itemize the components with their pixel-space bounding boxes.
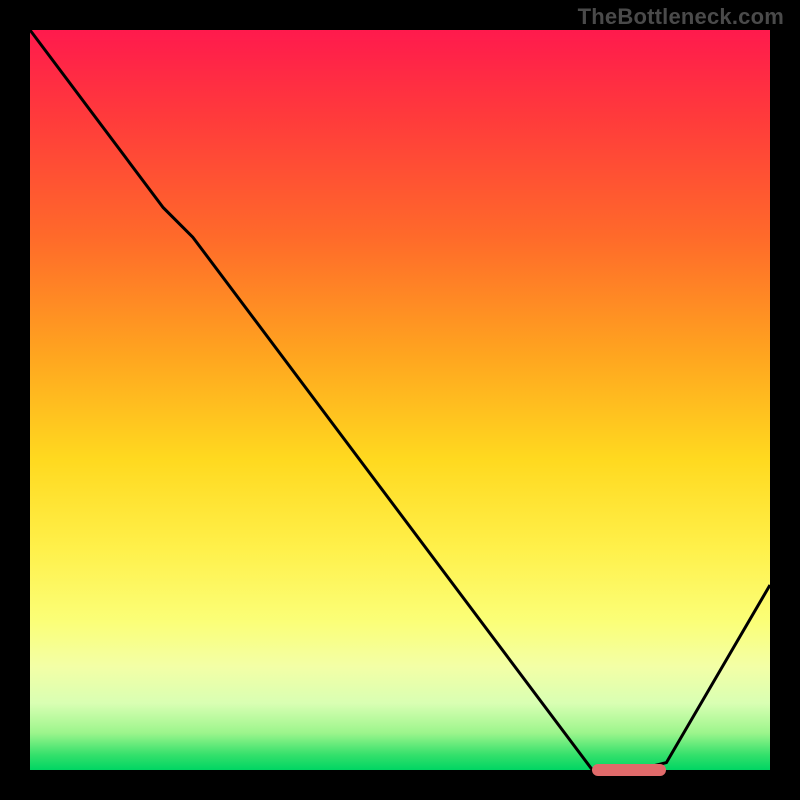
bottleneck-curve [30, 30, 770, 770]
curve-overlay [30, 30, 770, 770]
chart-container: TheBottleneck.com [0, 0, 800, 800]
watermark-text: TheBottleneck.com [578, 4, 784, 30]
optimal-range-marker [592, 764, 666, 776]
